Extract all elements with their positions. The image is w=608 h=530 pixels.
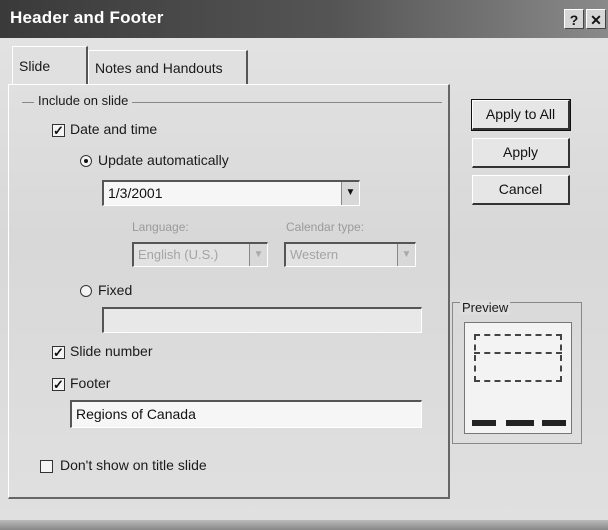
preview-number-placeholder	[542, 420, 566, 426]
dont-show-title-slide-checkbox[interactable]	[40, 460, 53, 473]
close-button[interactable]: ✕	[586, 9, 606, 29]
cancel-button[interactable]: Cancel	[472, 175, 570, 205]
calendar-type-value: Western	[290, 247, 339, 262]
tab-notes-and-handouts[interactable]: Notes and Handouts	[88, 50, 248, 84]
dont-show-title-slide-label: Don't show on title slide	[60, 457, 207, 473]
calendar-type-dropdown: Western ▼	[284, 242, 416, 267]
update-automatically-label: Update automatically	[98, 152, 229, 168]
dialog-bottom-edge	[0, 520, 608, 530]
chevron-down-icon[interactable]: ▼	[341, 182, 359, 205]
tab-slide[interactable]: Slide	[12, 46, 88, 84]
preview-label: Preview	[460, 300, 511, 315]
footer-text-input[interactable]: Regions of Canada	[70, 400, 422, 428]
preview-body-placeholder	[474, 352, 562, 388]
title-bar[interactable]: Header and Footer ? ✕	[0, 0, 608, 38]
apply-button[interactable]: Apply	[472, 138, 570, 168]
date-time-label: Date and time	[70, 121, 158, 137]
update-automatically-radio[interactable]	[80, 155, 92, 167]
date-format-dropdown[interactable]: 1/3/2001 ▼	[102, 180, 360, 206]
help-button[interactable]: ?	[564, 9, 584, 29]
slide-number-checkbox[interactable]: ✓	[52, 346, 65, 359]
tab-panel	[8, 84, 450, 499]
language-dropdown: English (U.S.) ▼	[132, 242, 268, 267]
dialog-title: Header and Footer	[10, 8, 164, 27]
language-value: English (U.S.)	[138, 247, 219, 262]
header-footer-dialog: Header and Footer ? ✕ Slide Notes and Ha…	[0, 0, 608, 530]
date-format-value: 1/3/2001	[108, 185, 163, 201]
footer-label: Footer	[70, 375, 111, 391]
fixed-radio[interactable]	[80, 285, 92, 297]
preview-footer-placeholder	[506, 420, 534, 426]
calendar-type-label: Calendar type:	[286, 220, 365, 234]
chevron-down-icon: ▼	[249, 244, 267, 266]
fixed-label: Fixed	[98, 282, 133, 298]
apply-to-all-button[interactable]: Apply to All	[471, 99, 571, 131]
fixed-date-input[interactable]	[102, 307, 422, 333]
language-label: Language:	[132, 220, 189, 234]
include-group-label: Include on slide	[34, 93, 133, 108]
slide-number-label: Slide number	[70, 343, 153, 359]
footer-checkbox[interactable]: ✓	[52, 378, 65, 391]
date-time-checkbox[interactable]: ✓	[52, 124, 65, 137]
preview-date-placeholder	[472, 420, 496, 426]
chevron-down-icon: ▼	[397, 244, 415, 266]
